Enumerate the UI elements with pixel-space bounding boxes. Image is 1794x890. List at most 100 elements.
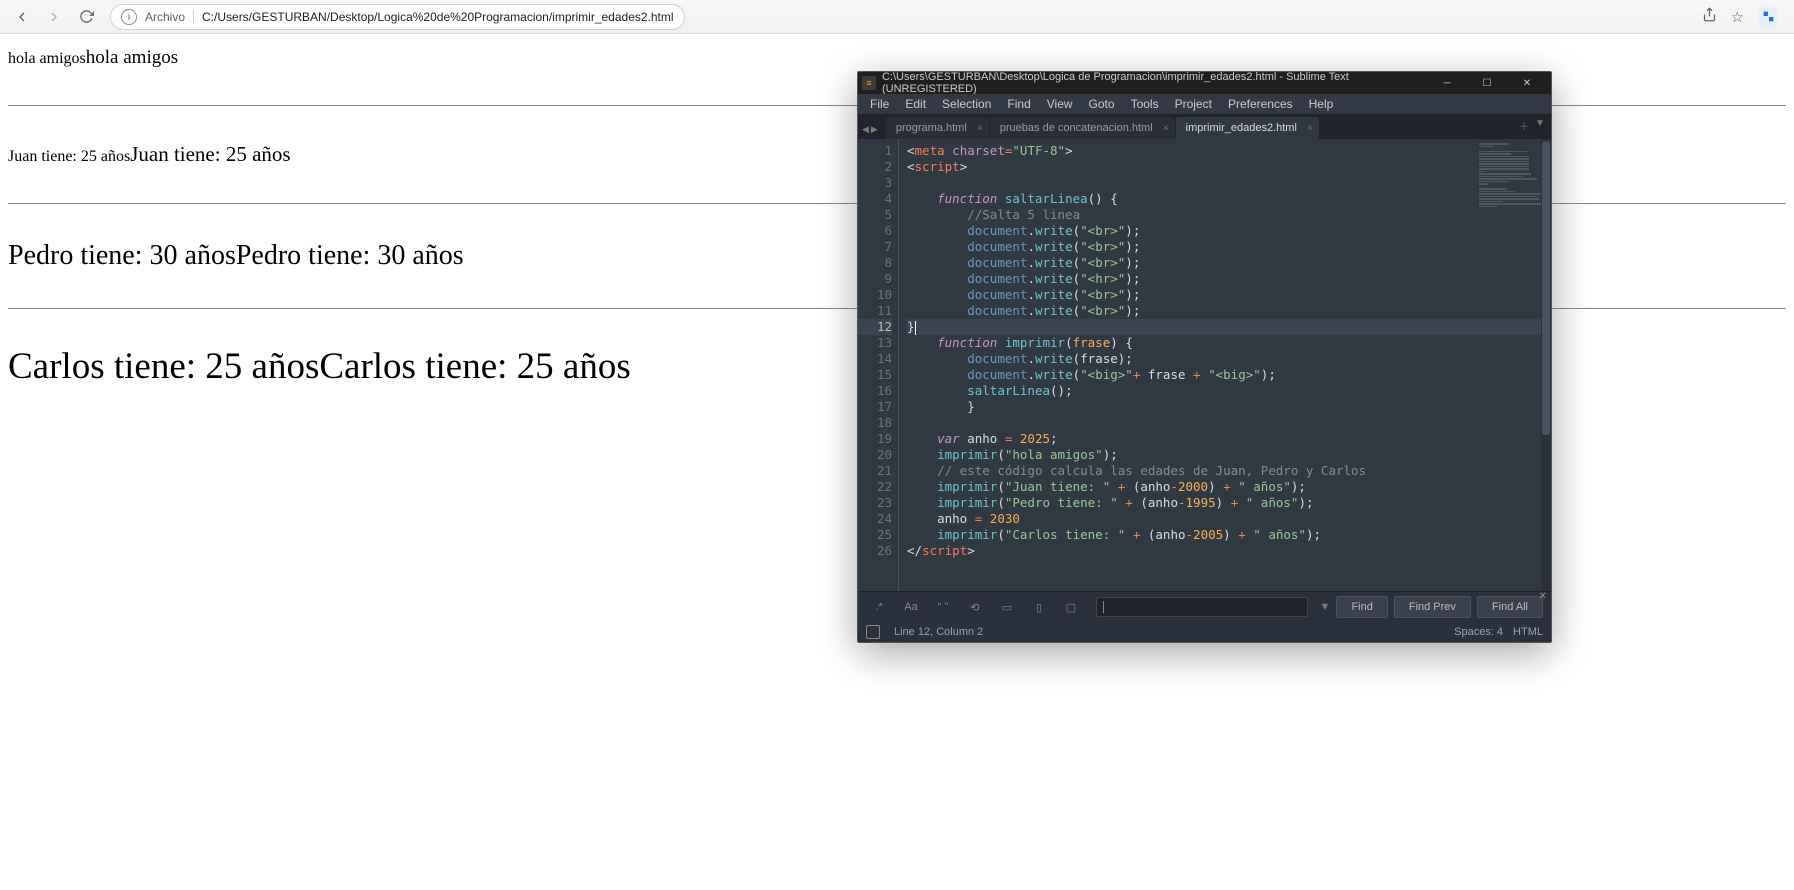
line-number[interactable]: 25 bbox=[858, 527, 892, 543]
line-number[interactable]: 13 bbox=[858, 335, 892, 351]
minimap[interactable] bbox=[1479, 143, 1541, 263]
line-number[interactable]: 6 bbox=[858, 223, 892, 239]
code-area[interactable]: <meta charset="UTF-8"><script> function … bbox=[899, 139, 1551, 591]
menu-find[interactable]: Find bbox=[1001, 95, 1036, 113]
code-line[interactable]: document.write(frase); bbox=[907, 351, 1551, 367]
line-number[interactable]: 10 bbox=[858, 287, 892, 303]
code-line[interactable]: document.write("<br>"); bbox=[907, 255, 1551, 271]
line-number[interactable]: 5 bbox=[858, 207, 892, 223]
titlebar[interactable]: ≡ C:\Users\GESTURBAN\Desktop\Logica de P… bbox=[858, 72, 1551, 94]
line-number[interactable]: 22 bbox=[858, 479, 892, 495]
menu-goto[interactable]: Goto bbox=[1083, 95, 1121, 113]
maximize-button[interactable]: ☐ bbox=[1467, 72, 1507, 94]
line-number[interactable]: 12 bbox=[858, 319, 892, 335]
code-line[interactable]: document.write("<br>"); bbox=[907, 287, 1551, 303]
line-number[interactable]: 17 bbox=[858, 399, 892, 415]
code-line[interactable]: function saltarLinea() { bbox=[907, 191, 1551, 207]
line-number[interactable]: 19 bbox=[858, 431, 892, 447]
code-line[interactable]: document.write("<br>"); bbox=[907, 303, 1551, 319]
line-number[interactable]: 20 bbox=[858, 447, 892, 463]
code-line[interactable]: var anho = 2025; bbox=[907, 431, 1551, 447]
editor-area[interactable]: 1234567891011121314151617181920212223242… bbox=[858, 139, 1551, 591]
find-word-icon[interactable]: “ ” bbox=[930, 596, 956, 618]
code-line[interactable]: <script> bbox=[907, 159, 1551, 175]
code-line[interactable]: </script> bbox=[907, 543, 1551, 559]
extension-icon[interactable] bbox=[1758, 7, 1778, 27]
tab-close-icon[interactable]: × bbox=[1163, 123, 1169, 134]
code-line[interactable]: saltarLinea(); bbox=[907, 383, 1551, 399]
tab-programa-html[interactable]: programa.html× bbox=[886, 117, 989, 139]
line-number[interactable]: 23 bbox=[858, 495, 892, 511]
line-number[interactable]: 4 bbox=[858, 191, 892, 207]
code-line[interactable]: // este código calcula las edades de Jua… bbox=[907, 463, 1551, 479]
new-tab-button[interactable]: ＋ bbox=[1519, 118, 1529, 133]
find-all-button[interactable]: Find All bbox=[1477, 596, 1543, 618]
back-button[interactable] bbox=[8, 3, 36, 31]
site-info-icon[interactable]: i bbox=[121, 9, 137, 25]
bookmark-icon[interactable]: ☆ bbox=[1731, 8, 1744, 26]
line-number[interactable]: 3 bbox=[858, 175, 892, 191]
find-regex-icon[interactable]: .* bbox=[866, 596, 892, 618]
reload-button[interactable] bbox=[72, 3, 100, 31]
code-line[interactable]: } bbox=[907, 399, 1551, 415]
line-number[interactable]: 9 bbox=[858, 271, 892, 287]
line-number[interactable]: 15 bbox=[858, 367, 892, 383]
code-line[interactable]: //Salta 5 linea bbox=[907, 207, 1551, 223]
line-number[interactable]: 14 bbox=[858, 351, 892, 367]
code-line[interactable]: imprimir("Pedro tiene: " + (anho-1995) +… bbox=[907, 495, 1551, 511]
status-syntax[interactable]: HTML bbox=[1513, 626, 1543, 638]
scrollbar[interactable] bbox=[1541, 139, 1551, 591]
close-button[interactable]: ✕ bbox=[1507, 72, 1547, 94]
find-button[interactable]: Find bbox=[1336, 596, 1387, 618]
line-number[interactable]: 21 bbox=[858, 463, 892, 479]
code-line[interactable]: document.write("<hr>"); bbox=[907, 271, 1551, 287]
address-bar[interactable]: i Archivo C:/Users/GESTURBAN/Desktop/Log… bbox=[110, 4, 685, 30]
line-number[interactable]: 1 bbox=[858, 143, 892, 159]
menu-selection[interactable]: Selection bbox=[936, 95, 997, 113]
find-prev-button[interactable]: Find Prev bbox=[1394, 596, 1471, 618]
line-number[interactable]: 16 bbox=[858, 383, 892, 399]
find-wrap-icon[interactable]: ⟲ bbox=[962, 596, 988, 618]
status-spaces[interactable]: Spaces: 4 bbox=[1454, 626, 1503, 638]
tab-menu-button[interactable]: ▼ bbox=[1535, 118, 1545, 133]
code-line[interactable]: document.write("<br>"); bbox=[907, 223, 1551, 239]
code-line[interactable]: anho = 2030 bbox=[907, 511, 1551, 527]
forward-button[interactable] bbox=[40, 3, 68, 31]
find-selection-icon[interactable]: ▭ bbox=[994, 596, 1020, 618]
find-highlight-icon[interactable]: ▯ bbox=[1026, 596, 1052, 618]
share-icon[interactable] bbox=[1702, 7, 1717, 26]
line-number[interactable]: 11 bbox=[858, 303, 892, 319]
menu-edit[interactable]: Edit bbox=[899, 95, 932, 113]
tab-close-icon[interactable]: × bbox=[977, 123, 983, 134]
code-line[interactable]: imprimir("Carlos tiene: " + (anho-2005) … bbox=[907, 527, 1551, 543]
status-position[interactable]: Line 12, Column 2 bbox=[894, 626, 983, 638]
tab-next-icon[interactable]: ▶ bbox=[871, 124, 878, 135]
menu-preferences[interactable]: Preferences bbox=[1222, 95, 1299, 113]
menu-tools[interactable]: Tools bbox=[1125, 95, 1165, 113]
line-gutter[interactable]: 1234567891011121314151617181920212223242… bbox=[858, 139, 899, 591]
tab-close-icon[interactable]: × bbox=[1307, 123, 1313, 134]
scrollbar-thumb[interactable] bbox=[1542, 141, 1550, 435]
line-number[interactable]: 2 bbox=[858, 159, 892, 175]
code-line[interactable]: function imprimir(frase) { bbox=[907, 335, 1551, 351]
menu-file[interactable]: File bbox=[864, 95, 895, 113]
code-line[interactable]: imprimir("hola amigos"); bbox=[907, 447, 1551, 463]
find-input[interactable] bbox=[1096, 597, 1308, 617]
find-history-icon[interactable]: ▼ bbox=[1320, 601, 1331, 613]
code-line[interactable]: <meta charset="UTF-8"> bbox=[907, 143, 1551, 159]
find-close-icon[interactable]: ✕ bbox=[1539, 591, 1547, 602]
code-line[interactable] bbox=[907, 415, 1551, 431]
line-number[interactable]: 24 bbox=[858, 511, 892, 527]
line-number[interactable]: 18 bbox=[858, 415, 892, 431]
menu-project[interactable]: Project bbox=[1169, 95, 1218, 113]
menu-help[interactable]: Help bbox=[1303, 95, 1340, 113]
minimize-button[interactable]: ─ bbox=[1427, 72, 1467, 94]
code-line[interactable]: imprimir("Juan tiene: " + (anho-2000) + … bbox=[907, 479, 1551, 495]
find-case-icon[interactable]: Aa bbox=[898, 596, 924, 618]
line-number[interactable]: 8 bbox=[858, 255, 892, 271]
code-line[interactable]: document.write("<big>"+ frase + "<big>")… bbox=[907, 367, 1551, 383]
status-panel-icon[interactable] bbox=[866, 625, 880, 639]
tab-prev-icon[interactable]: ◀ bbox=[862, 124, 869, 135]
code-line[interactable]: } bbox=[907, 319, 1551, 335]
line-number[interactable]: 7 bbox=[858, 239, 892, 255]
